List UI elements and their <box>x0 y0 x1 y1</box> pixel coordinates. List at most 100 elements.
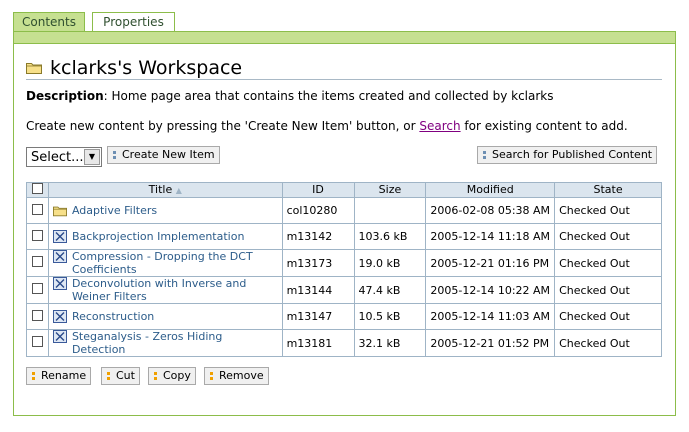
id-cell: m13147 <box>281 303 355 330</box>
row-checkbox-cell <box>26 303 49 330</box>
create-suffix: for existing content to add. <box>460 119 628 133</box>
select-all-checkbox[interactable] <box>31 183 43 194</box>
modified-cell: 2005-12-14 11:18 AM <box>425 223 556 250</box>
table-row: Steganalysis - Zeros Hiding Detection m1… <box>26 329 662 357</box>
title-cell: Deconvolution with Inverse and Weiner Fi… <box>47 276 283 304</box>
id-cell: col10280 <box>281 197 355 224</box>
size-column-header[interactable]: Size <box>353 182 427 198</box>
remove-button[interactable]: Remove <box>204 367 269 385</box>
modified-cell: 2005-12-21 01:52 PM <box>425 329 556 357</box>
size-cell: 47.4 kB <box>353 276 427 304</box>
copy-button[interactable]: Copy <box>148 367 196 385</box>
item-title-link[interactable]: Backprojection Implementation <box>72 230 244 243</box>
row-checkbox[interactable] <box>31 229 43 241</box>
row-checkbox-cell <box>26 197 49 224</box>
description-label: Description <box>26 89 104 103</box>
tab-properties[interactable]: Properties <box>92 12 175 32</box>
row-checkbox-cell <box>26 223 49 250</box>
cut-button[interactable]: Cut <box>101 367 140 385</box>
button-bullet-icon <box>482 151 488 159</box>
size-cell <box>353 197 427 224</box>
module-icon <box>52 277 67 290</box>
state-cell: Checked Out <box>554 303 662 330</box>
id-cell: m13181 <box>281 329 355 357</box>
modified-cell: 2005-12-14 11:03 AM <box>425 303 556 330</box>
row-checkbox-cell <box>26 276 49 304</box>
create-new-item-button[interactable]: Create New Item <box>107 146 220 164</box>
chevron-down-icon[interactable]: ▼ <box>84 149 100 165</box>
workspace-description: Description: Home page area that contain… <box>26 88 554 104</box>
id-cell: m13173 <box>281 249 355 277</box>
row-checkbox[interactable] <box>31 336 43 347</box>
copy-label: Copy <box>163 369 191 382</box>
title-column-header[interactable]: Title ▲ <box>47 182 283 198</box>
row-checkbox[interactable] <box>31 309 43 321</box>
search-published-content-button[interactable]: Search for Published Content <box>477 146 658 164</box>
rename-label: Rename <box>41 369 87 382</box>
state-cell: Checked Out <box>554 223 662 250</box>
panel-header-bar <box>14 32 675 44</box>
title-cell: Backprojection Implementation <box>47 223 283 250</box>
size-cell: 19.0 kB <box>353 249 427 277</box>
id-cell: m13144 <box>281 276 355 304</box>
create-prefix: Create new content by pressing the 'Crea… <box>26 119 420 133</box>
table-row: Adaptive Filters col10280 2006-02-08 05:… <box>26 197 662 224</box>
title-cell: Reconstruction <box>47 303 283 330</box>
button-bullet-icon <box>106 372 112 380</box>
title-cell: Adaptive Filters <box>47 197 283 224</box>
cut-label: Cut <box>116 369 135 382</box>
row-checkbox[interactable] <box>31 283 43 294</box>
table-row: Compression - Dropping the DCT Coefficie… <box>26 249 662 277</box>
row-checkbox-cell <box>26 329 49 357</box>
sort-ascending-icon: ▲ <box>175 185 182 195</box>
modified-cell: 2006-02-08 05:38 AM <box>425 197 556 224</box>
item-title-link[interactable]: Steganalysis - Zeros Hiding Detection <box>72 330 278 356</box>
state-cell: Checked Out <box>554 276 662 304</box>
button-bullet-icon <box>209 372 215 380</box>
item-title-link[interactable]: Adaptive Filters <box>72 204 157 217</box>
contents-panel: kclarks's Workspace Description: Home pa… <box>13 31 676 416</box>
create-new-item-label: Create New Item <box>122 148 215 161</box>
workspace-heading: kclarks's Workspace <box>26 56 662 80</box>
state-cell: Checked Out <box>554 197 662 224</box>
modified-cell: 2005-12-21 01:16 PM <box>425 249 556 277</box>
button-bullet-icon <box>153 372 159 380</box>
size-cell: 103.6 kB <box>353 223 427 250</box>
item-title-link[interactable]: Compression - Dropping the DCT Coefficie… <box>72 250 278 276</box>
table-row: Reconstruction m13147 10.5 kB 2005-12-14… <box>26 303 662 330</box>
state-cell: Checked Out <box>554 329 662 357</box>
page-title: kclarks's Workspace <box>50 56 243 79</box>
create-instructions: Create new content by pressing the 'Crea… <box>26 118 628 134</box>
module-icon <box>52 330 67 343</box>
folder-icon <box>52 206 67 217</box>
size-cell: 32.1 kB <box>353 329 427 357</box>
item-type-select[interactable]: Select... ▼ <box>26 147 102 167</box>
module-icon <box>52 230 67 243</box>
rename-button[interactable]: Rename <box>26 367 92 385</box>
title-header-label: Title <box>148 182 173 196</box>
description-text: : Home page area that contains the items… <box>103 89 554 103</box>
row-checkbox[interactable] <box>31 203 43 215</box>
select-value: Select... <box>31 149 84 165</box>
item-title-link[interactable]: Reconstruction <box>72 310 154 323</box>
state-column-header[interactable]: State <box>554 182 662 198</box>
select-all-header <box>26 182 49 198</box>
folder-icon <box>26 63 42 74</box>
item-title-link[interactable]: Deconvolution with Inverse and Weiner Fi… <box>72 277 278 303</box>
module-icon <box>52 250 67 263</box>
button-bullet-icon <box>31 372 37 380</box>
remove-label: Remove <box>219 369 264 382</box>
id-cell: m13142 <box>281 223 355 250</box>
title-cell: Compression - Dropping the DCT Coefficie… <box>47 249 283 277</box>
row-checkbox[interactable] <box>31 256 43 267</box>
id-column-header[interactable]: ID <box>281 182 355 198</box>
table-row: Backprojection Implementation m13142 103… <box>26 223 662 250</box>
row-checkbox-cell <box>26 249 49 277</box>
button-bullet-icon <box>112 151 118 159</box>
content-table: Title ▲ ID Size Modified State Adaptive … <box>26 182 662 357</box>
search-link[interactable]: Search <box>419 119 460 133</box>
module-icon <box>52 310 67 323</box>
tab-contents[interactable]: Contents <box>13 12 85 32</box>
title-cell: Steganalysis - Zeros Hiding Detection <box>47 329 283 357</box>
modified-column-header[interactable]: Modified <box>425 182 556 198</box>
